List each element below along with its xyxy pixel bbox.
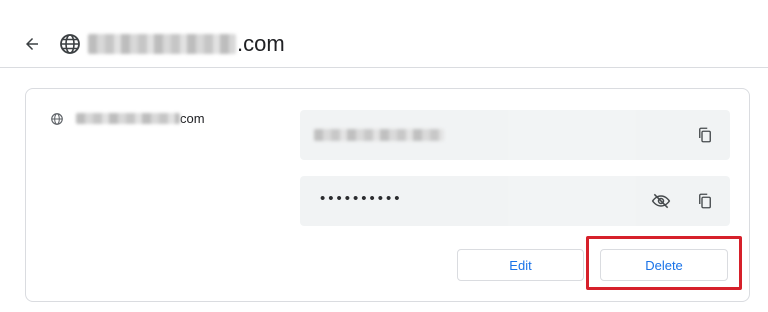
page-title-suffix: .com [237, 31, 285, 56]
site-name: com [50, 111, 205, 126]
redacted-username [314, 129, 444, 141]
copy-password-button[interactable] [691, 187, 719, 215]
site-name-suffix: com [180, 111, 205, 126]
redacted-domain [88, 34, 236, 54]
password-entry-card: com •••••••••• Edit Delete [25, 88, 750, 302]
toggle-password-visibility-button[interactable] [647, 187, 675, 215]
arrow-back-icon [26, 38, 38, 50]
back-button[interactable] [20, 32, 44, 56]
password-value: •••••••••• [320, 190, 403, 207]
globe-icon [60, 34, 80, 54]
delete-button[interactable]: Delete [600, 249, 728, 281]
page-title: .com [88, 30, 285, 58]
edit-button[interactable]: Edit [457, 249, 584, 281]
redacted-site [76, 113, 180, 124]
page-header: .com [0, 0, 768, 68]
eye-off-icon [651, 193, 671, 209]
copy-icon [699, 127, 711, 143]
copy-icon [699, 193, 711, 209]
password-field[interactable]: •••••••••• [300, 176, 730, 226]
username-field[interactable] [300, 110, 730, 160]
site-globe-icon [51, 112, 63, 125]
copy-username-button[interactable] [691, 121, 719, 149]
